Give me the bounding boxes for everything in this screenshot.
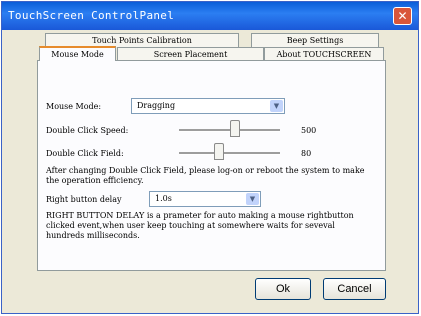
right-button-delay-label: Right button delay — [46, 195, 122, 204]
field-change-note: After changing Double Click Field, pleas… — [46, 166, 365, 185]
mouse-mode-select[interactable]: Dragging ▼ — [131, 98, 285, 114]
tab-label: Screen Placement — [153, 50, 228, 59]
mouse-mode-label: Mouse Mode: — [46, 102, 102, 111]
window-title: TouchScreen ControlPanel — [8, 9, 175, 22]
double-click-speed-slider[interactable] — [229, 120, 240, 137]
tab-about-touchscreen[interactable]: About TOUCHSCREEN — [264, 47, 384, 60]
chevron-down-icon[interactable]: ▼ — [246, 193, 259, 205]
chevron-down-icon[interactable]: ▼ — [270, 100, 283, 112]
double-click-field-value: 80 — [301, 149, 312, 158]
tab-label: Touch Points Calibration — [92, 36, 192, 45]
mouse-mode-panel: Mouse Mode: Dragging ▼ Double Click Spee… — [37, 60, 386, 271]
tab-label: Mouse Mode — [51, 50, 104, 59]
ok-button[interactable]: Ok — [255, 278, 311, 300]
double-click-speed-value: 500 — [301, 126, 317, 135]
right-button-delay-select[interactable]: 1.0s ▼ — [149, 191, 261, 207]
double-click-speed-label: Double Click Speed: — [46, 126, 129, 135]
cancel-button[interactable]: Cancel — [323, 278, 386, 300]
right-button-delay-value: 1.0s — [155, 194, 172, 203]
title-bar[interactable]: TouchScreen ControlPanel ✕ — [2, 2, 418, 30]
mouse-mode-value: Dragging — [137, 101, 176, 110]
tab-label: Beep Settings — [286, 36, 344, 45]
close-button[interactable]: ✕ — [393, 7, 412, 25]
double-click-field-slider[interactable] — [214, 143, 225, 160]
tab-mouse-mode[interactable]: Mouse Mode — [39, 46, 116, 61]
close-icon: ✕ — [397, 9, 408, 23]
tab-screen-placement[interactable]: Screen Placement — [117, 47, 264, 60]
double-click-field-label: Double Click Field: — [46, 149, 124, 158]
tab-label: About TOUCHSCREEN — [276, 50, 372, 59]
tab-touch-points-calibration[interactable]: Touch Points Calibration — [45, 33, 239, 47]
tab-beep-settings[interactable]: Beep Settings — [251, 33, 379, 47]
double-click-field-track — [179, 152, 280, 155]
right-button-delay-description: RIGHT BUTTON DELAY is a prameter for aut… — [46, 211, 354, 240]
